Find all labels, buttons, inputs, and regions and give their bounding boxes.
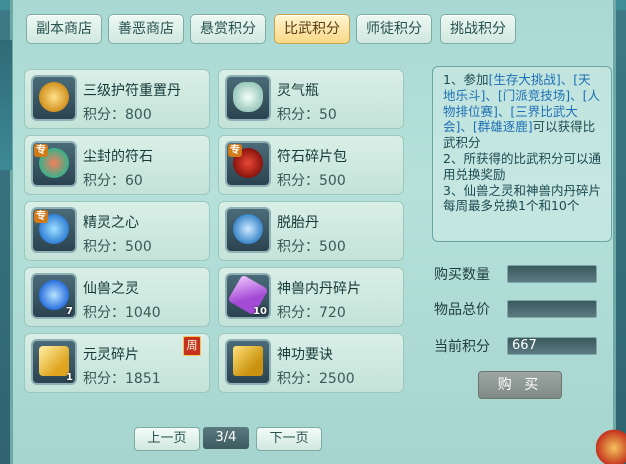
item-slot[interactable]: 三级护符重置丹 积分：800 [24, 69, 210, 129]
item-slot[interactable]: 专 尘封的符石 积分：60 [24, 135, 210, 195]
item-price: 积分：2500 [277, 371, 355, 387]
purple-crystal-icon: 10 [225, 273, 271, 319]
rune-stone-icon: 专 [31, 141, 77, 187]
exclusive-tag: 专 [34, 144, 48, 157]
item-price: 积分：60 [83, 173, 143, 189]
corner-decoration-icon [596, 424, 626, 464]
total-price-field [507, 300, 597, 318]
spirit-heart-icon: 专 [31, 207, 77, 253]
current-points-field: 667 [507, 337, 597, 355]
item-list: 三级护符重置丹 积分：800 灵气瓶 积分：50 专 尘封的符石 积分：60 专… [24, 64, 414, 393]
item-price: 积分：50 [277, 107, 337, 123]
item-quantity: 7 [66, 306, 73, 317]
tab-duel-points[interactable]: 比武积分 [274, 14, 350, 44]
item-name: 三级护符重置丹 [83, 83, 181, 99]
prev-page-button[interactable]: 上一页 [134, 427, 200, 451]
tab-mentor-points[interactable]: 师徒积分 [356, 14, 432, 44]
rebirth-pill-icon [225, 207, 271, 253]
item-price: 积分：1851 [83, 371, 161, 387]
exclusive-tag: 专 [34, 210, 48, 223]
item-price: 积分：500 [277, 173, 346, 189]
side-decoration [0, 40, 12, 170]
rule-1-prefix: 1、参加 [443, 72, 489, 87]
item-name: 神功要诀 [277, 347, 333, 363]
item-name: 脱胎丹 [277, 215, 319, 231]
item-name: 仙兽之灵 [83, 281, 139, 297]
item-name: 灵气瓶 [277, 83, 319, 99]
item-price: 积分：720 [277, 305, 346, 321]
gold-amulet-icon [31, 75, 77, 121]
item-price: 积分：500 [277, 239, 346, 255]
item-name: 精灵之心 [83, 215, 139, 231]
item-name: 神兽内丹碎片 [277, 281, 361, 297]
rune-fragment-bag-icon: 专 [225, 141, 271, 187]
weekly-limit-badge: 周 [183, 336, 201, 356]
gold-fragment-icon: 1 [31, 339, 77, 385]
item-name: 元灵碎片 [83, 347, 139, 363]
next-page-button[interactable]: 下一页 [256, 427, 322, 451]
tab-dungeon-shop[interactable]: 副本商店 [26, 14, 102, 44]
rules-info-box: 1、参加[生存大挑战]、[天地乐斗]、[门派竞技场]、[人物排位赛]、[三界比武… [432, 66, 612, 242]
item-price: 积分：800 [83, 107, 152, 123]
total-price-label: 物品总价 [434, 302, 490, 318]
buy-button[interactable]: 购 买 [478, 371, 562, 399]
rule-3: 3、仙兽之灵和神兽内丹碎片每周最多兑换1个和10个 [443, 182, 601, 214]
item-slot[interactable]: 神功要诀 积分：2500 [218, 333, 404, 393]
golden-book-icon [225, 339, 271, 385]
item-slot[interactable]: 灵气瓶 积分：50 [218, 69, 404, 129]
tab-bounty-points[interactable]: 悬赏积分 [190, 14, 266, 44]
quantity-label: 购买数量 [434, 267, 490, 283]
page-indicator: 3/4 [203, 427, 249, 449]
item-slot[interactable]: 专 符石碎片包 积分：500 [218, 135, 404, 195]
item-price: 积分：1040 [83, 305, 161, 321]
item-slot[interactable]: 7 仙兽之灵 积分：1040 [24, 267, 210, 327]
item-slot[interactable]: 1 元灵碎片 积分：1851 周 [24, 333, 210, 393]
item-price: 积分：500 [83, 239, 152, 255]
item-slot[interactable]: 专 精灵之心 积分：500 [24, 201, 210, 261]
current-points-label: 当前积分 [434, 339, 490, 355]
tab-karma-shop[interactable]: 善恶商店 [108, 14, 184, 44]
item-quantity: 1 [66, 372, 73, 383]
item-name: 尘封的符石 [83, 149, 153, 165]
item-slot[interactable]: 10 神兽内丹碎片 积分：720 [218, 267, 404, 327]
tab-challenge-points[interactable]: 挑战积分 [440, 14, 516, 44]
quantity-input[interactable] [507, 265, 597, 283]
spirit-bottle-icon [225, 75, 271, 121]
beast-spirit-orb-icon: 7 [31, 273, 77, 319]
item-slot[interactable]: 脱胎丹 积分：500 [218, 201, 404, 261]
rule-2: 2、所获得的比武积分可以通用兑换奖励 [443, 150, 601, 182]
item-name: 符石碎片包 [277, 149, 347, 165]
exclusive-tag: 专 [228, 144, 242, 157]
item-quantity: 10 [253, 306, 267, 317]
